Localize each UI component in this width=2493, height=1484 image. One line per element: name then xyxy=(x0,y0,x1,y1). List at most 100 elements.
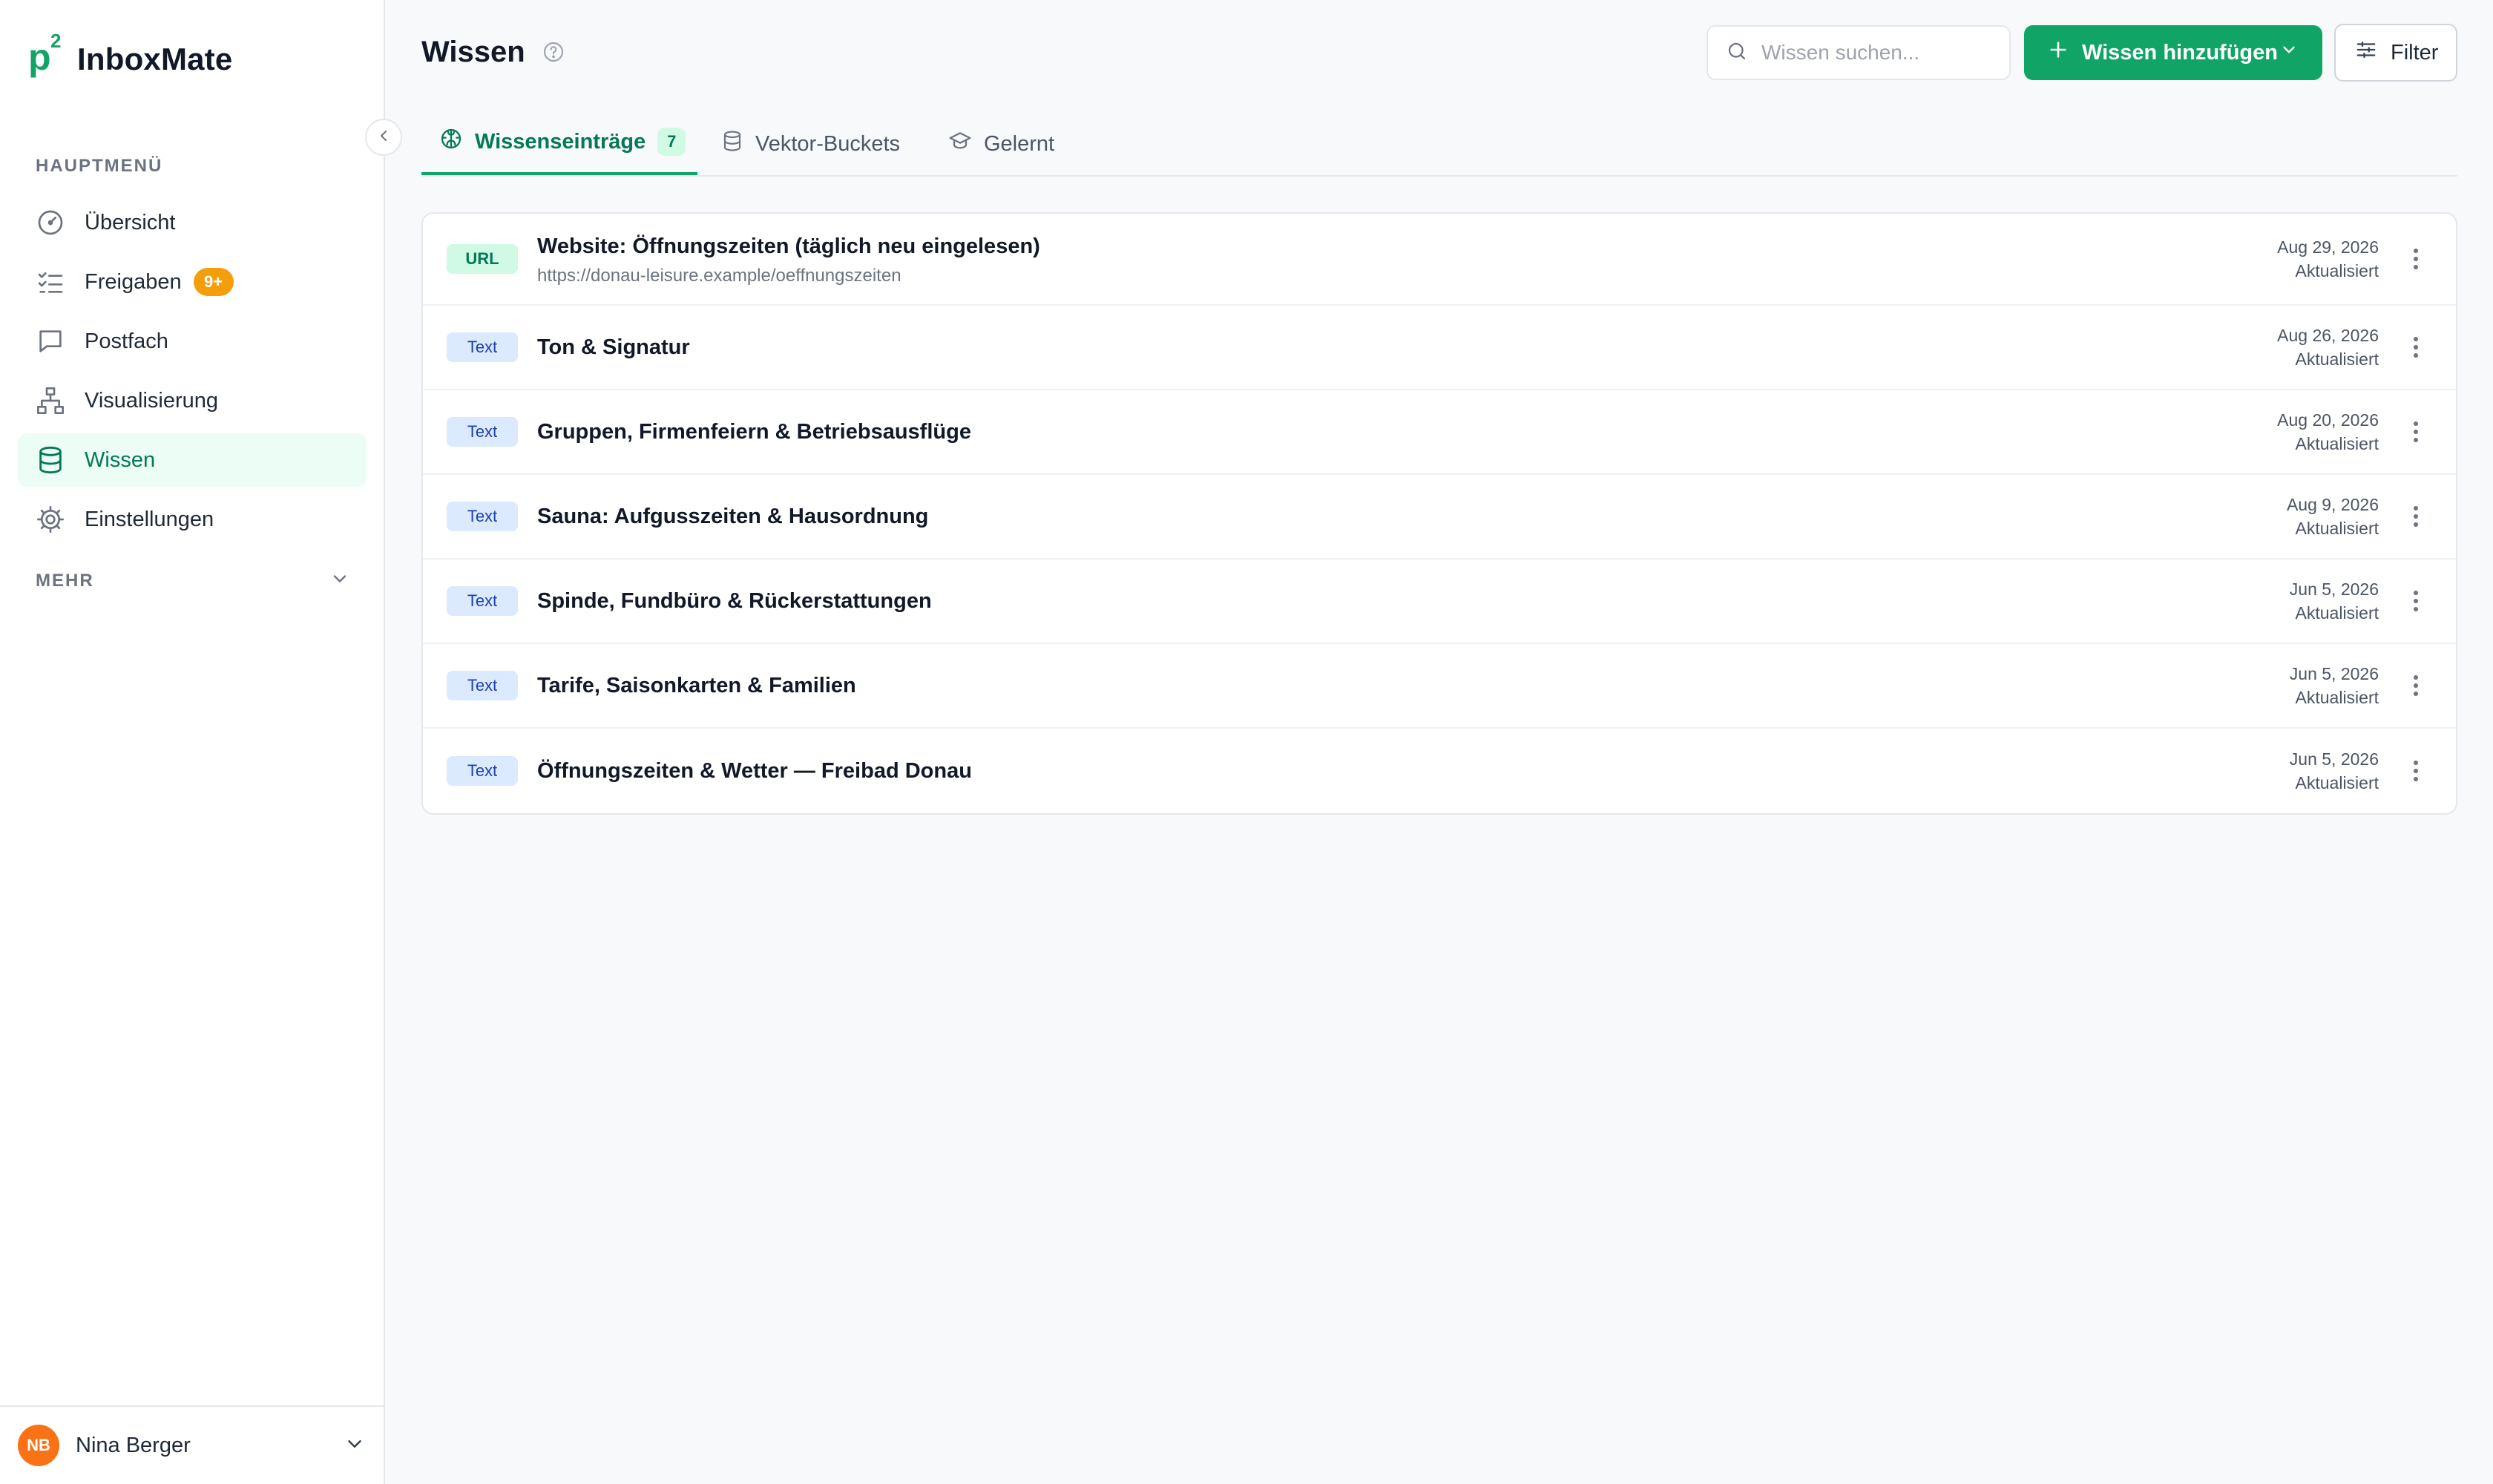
database-icon xyxy=(36,445,65,475)
entry-url: https://donau-leisure.example/oeffnungsz… xyxy=(537,266,901,286)
graduation-cap-icon xyxy=(948,129,972,159)
sidebar-item-uebersicht[interactable]: Übersicht xyxy=(18,196,367,249)
sidebar-item-label: Wissen xyxy=(85,447,156,472)
sidebar-item-label: Freigaben xyxy=(85,269,182,294)
tab-label: Wissenseinträge xyxy=(475,129,646,154)
sidebar-item-label: Visualisierung xyxy=(85,388,219,413)
brand-logo[interactable]: p 2 InboxMate xyxy=(28,31,233,78)
search-box[interactable] xyxy=(1707,25,2011,80)
entry-title: Gruppen, Firmenfeiern & Betriebsausflüge xyxy=(537,419,971,444)
section-label-more: MEHR xyxy=(36,570,94,591)
entry-date: Jun 5, 2026 xyxy=(2289,580,2379,599)
entry-status: Aktualisiert xyxy=(2295,519,2379,538)
entry-title: Öffnungszeiten & Wetter — Freibad Donau xyxy=(537,758,972,783)
sidebar-collapse-button[interactable] xyxy=(365,119,402,156)
gear-icon xyxy=(36,505,65,534)
sidebar-item-label: Postfach xyxy=(85,329,168,353)
more-options-icon[interactable] xyxy=(2402,241,2429,277)
entry-status: Aktualisiert xyxy=(2295,261,2379,280)
tab-bar: Wissenseinträge 7 Vektor-Buckets Gelernt xyxy=(421,111,2457,177)
entry-date-block: Aug 20, 2026 Aktualisiert xyxy=(2277,408,2379,456)
entry-title: Sauna: Aufgusszeiten & Hausordnung xyxy=(537,504,929,528)
type-badge-text: Text xyxy=(447,671,518,700)
entry-date-block: Jun 5, 2026 Aktualisiert xyxy=(2290,662,2379,709)
sidebar-item-einstellungen[interactable]: Einstellungen xyxy=(18,493,367,546)
entry-status: Aktualisiert xyxy=(2295,434,2379,453)
table-row[interactable]: Text Ton & Signatur Aug 26, 2026 Aktuali… xyxy=(423,306,2456,390)
sidebar-item-freigaben[interactable]: Freigaben 9+ xyxy=(18,255,367,309)
more-options-icon[interactable] xyxy=(2402,499,2429,534)
checklist-icon xyxy=(36,267,65,297)
entry-date: Aug 29, 2026 xyxy=(2277,237,2379,257)
plus-icon xyxy=(2048,39,2069,66)
entry-date: Aug 20, 2026 xyxy=(2277,410,2379,430)
table-row[interactable]: Text Gruppen, Firmenfeiern & Betriebsaus… xyxy=(423,390,2456,475)
entry-date: Jun 5, 2026 xyxy=(2289,664,2379,683)
entry-status: Aktualisiert xyxy=(2295,688,2379,707)
filter-label: Filter xyxy=(2391,40,2439,65)
avatar: NB xyxy=(18,1425,59,1466)
tab-vektor-buckets[interactable]: Vektor-Buckets xyxy=(721,111,900,177)
section-label-main: HAUPTMENÜ xyxy=(36,156,163,176)
more-options-icon[interactable] xyxy=(2402,414,2429,450)
chevron-down-icon xyxy=(329,568,350,593)
table-row[interactable]: Text Sauna: Aufgusszeiten & Hausordnung … xyxy=(423,475,2456,559)
chevron-down-icon xyxy=(344,1433,366,1459)
entry-date: Aug 26, 2026 xyxy=(2277,326,2379,345)
filter-button[interactable]: Filter xyxy=(2334,24,2457,82)
entry-date-block: Jun 5, 2026 Aktualisiert xyxy=(2290,747,2379,795)
brain-icon xyxy=(439,127,463,157)
tab-label: Gelernt xyxy=(984,131,1055,156)
user-name: Nina Berger xyxy=(76,1433,191,1457)
entry-date-block: Aug 29, 2026 Aktualisiert xyxy=(2277,235,2379,283)
table-row[interactable]: Text Tarife, Saisonkarten & Familien Jun… xyxy=(423,644,2456,729)
search-icon xyxy=(1726,40,1748,66)
type-badge-text: Text xyxy=(447,332,518,362)
entry-date-block: Aug 9, 2026 Aktualisiert xyxy=(2287,493,2379,540)
entry-date: Jun 5, 2026 xyxy=(2289,749,2379,769)
entry-title: Ton & Signatur xyxy=(537,335,690,359)
type-badge-text: Text xyxy=(447,586,518,616)
table-row[interactable]: URL Website: Öffnungszeiten (täglich neu… xyxy=(423,214,2456,306)
table-row[interactable]: Text Spinde, Fundbüro & Rückerstattungen… xyxy=(423,559,2456,644)
entry-title: Tarife, Saisonkarten & Familien xyxy=(537,673,856,697)
pending-count-badge: 9+ xyxy=(193,268,234,296)
search-input[interactable] xyxy=(1761,41,1999,65)
chat-icon xyxy=(36,326,65,356)
tab-wissenseintraege[interactable]: Wissenseinträge 7 xyxy=(421,111,697,175)
section-toggle-more[interactable]: MEHR xyxy=(36,568,350,593)
database-icon xyxy=(721,130,743,158)
brand-name: InboxMate xyxy=(77,42,233,76)
sliders-icon xyxy=(2355,39,2377,67)
user-menu[interactable]: NB Nina Berger xyxy=(0,1405,384,1484)
entry-date-block: Jun 5, 2026 Aktualisiert xyxy=(2290,577,2379,625)
more-options-icon[interactable] xyxy=(2402,668,2429,703)
more-options-icon[interactable] xyxy=(2402,329,2429,365)
entry-date-block: Aug 26, 2026 Aktualisiert xyxy=(2277,324,2379,371)
sidebar-item-postfach[interactable]: Postfach xyxy=(18,315,367,368)
more-options-icon[interactable] xyxy=(2402,753,2429,789)
entry-status: Aktualisiert xyxy=(2295,773,2379,792)
type-badge-text: Text xyxy=(447,502,518,531)
chevron-left-icon xyxy=(375,127,392,148)
entry-count-badge: 7 xyxy=(657,128,686,156)
entry-status: Aktualisiert xyxy=(2295,349,2379,369)
tab-label: Vektor-Buckets xyxy=(755,131,901,156)
logo-letter: p xyxy=(28,36,51,78)
add-knowledge-button[interactable]: Wissen hinzufügen xyxy=(2024,25,2322,80)
help-icon[interactable] xyxy=(542,40,565,68)
hierarchy-icon xyxy=(36,386,65,416)
knowledge-entry-list: URL Website: Öffnungszeiten (täglich neu… xyxy=(421,212,2457,815)
logo-mark: p 2 xyxy=(28,31,67,78)
more-options-icon[interactable] xyxy=(2402,583,2429,619)
type-badge-url: URL xyxy=(447,244,518,274)
tab-gelernt[interactable]: Gelernt xyxy=(948,111,1054,177)
sidebar-item-visualisierung[interactable]: Visualisierung xyxy=(18,374,367,427)
type-badge-text: Text xyxy=(447,756,518,786)
table-row[interactable]: Text Öffnungszeiten & Wetter — Freibad D… xyxy=(423,729,2456,813)
entry-title: Website: Öffnungszeiten (täglich neu ein… xyxy=(537,234,1040,258)
sidebar-item-label: Einstellungen xyxy=(85,507,214,531)
entry-status: Aktualisiert xyxy=(2295,603,2379,623)
sidebar-item-wissen[interactable]: Wissen xyxy=(18,433,367,487)
add-knowledge-label: Wissen hinzufügen xyxy=(2082,40,2278,65)
